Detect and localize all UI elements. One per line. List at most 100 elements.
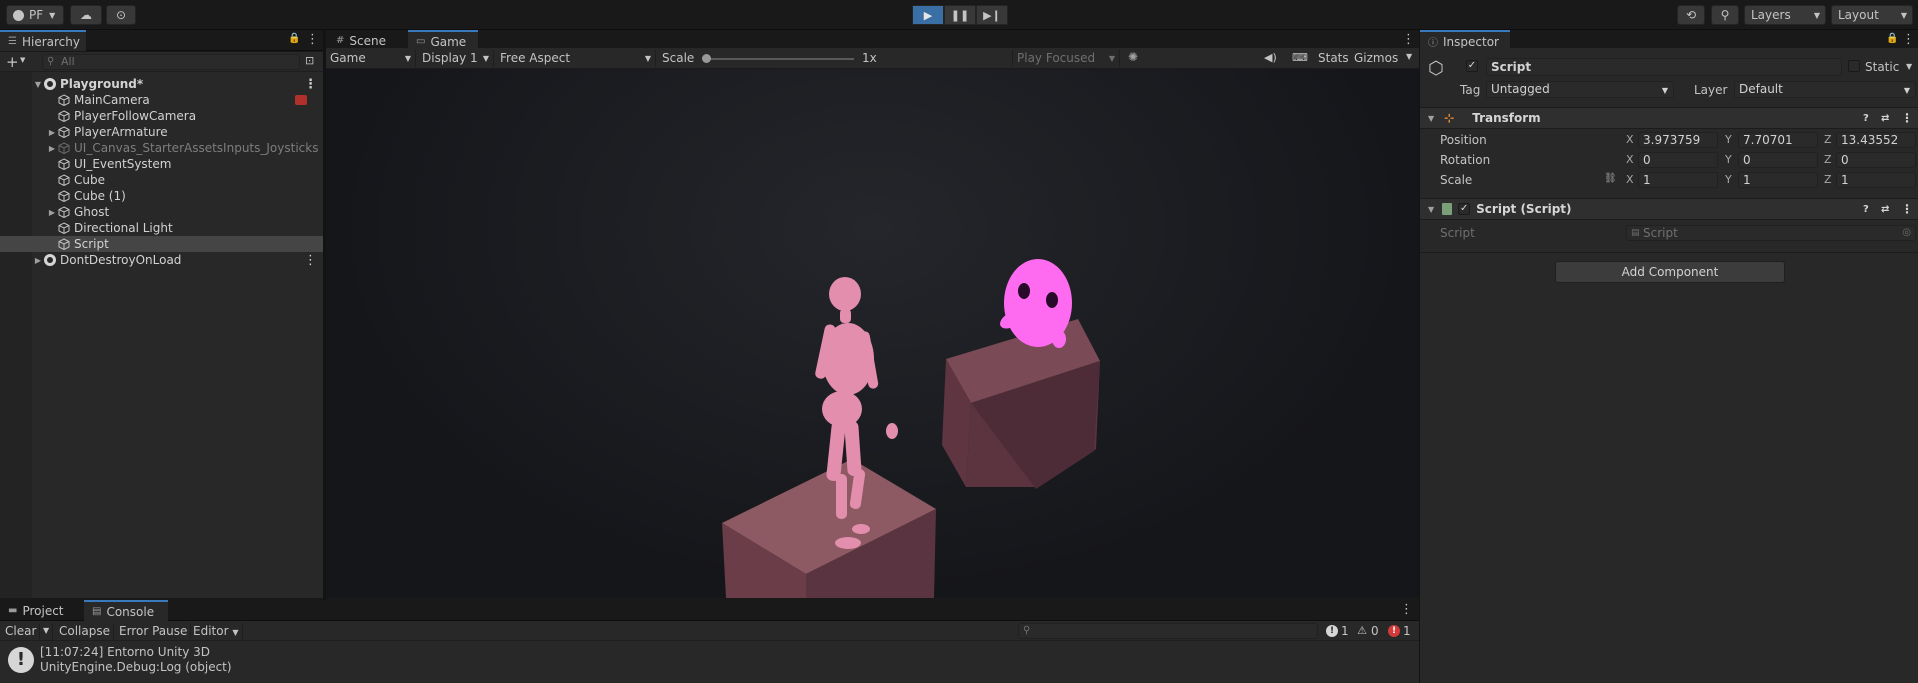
tab-hierarchy[interactable]: ☰ Hierarchy xyxy=(0,30,86,51)
scale-slider-track[interactable] xyxy=(704,58,854,60)
hierarchy-row[interactable]: Script xyxy=(0,236,323,252)
object-name-field[interactable]: Script xyxy=(1486,58,1842,76)
rotation-z-field[interactable]: 0 xyxy=(1836,152,1916,168)
info-count-toggle[interactable]: ! 1 xyxy=(1326,623,1349,639)
axis-x-label[interactable]: X xyxy=(1626,133,1634,146)
preset-icon[interactable]: ⇄ xyxy=(1881,113,1889,124)
link-icon[interactable]: ⛓ xyxy=(1604,173,1617,184)
display-dropdown[interactable]: Display 1 ▼ xyxy=(418,50,494,67)
console-search-input[interactable]: ⚲ xyxy=(1018,623,1318,639)
layer-dropdown[interactable]: Default ▼ xyxy=(1734,81,1916,98)
add-component-button[interactable]: Add Component xyxy=(1555,261,1785,283)
script-component-header[interactable]: ▼ ✓ Script (Script) ? ⇄ ⋮ xyxy=(1420,198,1918,220)
expand-arrow-icon[interactable]: ▼ xyxy=(32,80,44,89)
scale-slider-handle[interactable] xyxy=(702,54,711,63)
kebab-menu-icon[interactable]: ⋮ xyxy=(1901,202,1913,216)
position-z-field[interactable]: 13.43552 xyxy=(1836,132,1916,148)
pause-button[interactable]: ❚❚ xyxy=(944,5,976,25)
hierarchy-scene-row[interactable]: ▶ DontDestroyOnLoad ⋮ xyxy=(0,252,323,268)
cloud-button[interactable]: ☁ xyxy=(70,5,102,25)
warning-count-toggle[interactable]: ⚠ 0 xyxy=(1356,623,1379,639)
editor-dropdown[interactable]: Editor ▼ xyxy=(190,623,243,639)
kebab-menu-icon[interactable]: ⋮ xyxy=(1902,33,1915,47)
chevron-down-icon[interactable]: ▼ xyxy=(1406,52,1412,61)
axis-y-label[interactable]: Y xyxy=(1725,173,1732,186)
hierarchy-search-input[interactable]: ⚲ All xyxy=(42,54,300,70)
position-x-field[interactable]: 3.973759 xyxy=(1638,132,1718,148)
axis-z-label[interactable]: Z xyxy=(1824,153,1832,166)
axis-z-label[interactable]: Z xyxy=(1824,133,1832,146)
scale-z-field[interactable]: 1 xyxy=(1836,172,1916,188)
static-checkbox[interactable] xyxy=(1848,60,1860,72)
undo-history-button[interactable]: ⟲ xyxy=(1677,5,1705,25)
rotation-x-field[interactable]: 0 xyxy=(1638,152,1718,168)
hierarchy-row[interactable]: ▶ Ghost xyxy=(0,204,323,220)
layout-dropdown[interactable]: Layout ▼ xyxy=(1831,5,1913,25)
play-focused-dropdown[interactable]: Play Focused ▼ xyxy=(1012,50,1120,67)
error-pause-button[interactable]: Error Pause xyxy=(116,623,192,639)
step-button[interactable]: ▶❙ xyxy=(976,5,1008,25)
help-icon[interactable]: ? xyxy=(1863,204,1869,215)
gizmos-button[interactable]: Gizmos xyxy=(1354,50,1398,67)
lock-icon[interactable]: 🔒 xyxy=(1886,33,1898,44)
scale-y-field[interactable]: 1 xyxy=(1738,172,1818,188)
kebab-menu-icon[interactable]: ⋮ xyxy=(1901,111,1913,125)
script-enabled-checkbox[interactable]: ✓ xyxy=(1458,203,1471,215)
hierarchy-row[interactable]: ▶ PlayerArmature xyxy=(0,124,323,140)
clear-options-dropdown[interactable]: ▼ xyxy=(40,623,54,639)
axis-z-label[interactable]: Z xyxy=(1824,173,1832,186)
help-icon[interactable]: ? xyxy=(1863,113,1869,124)
collapse-arrow-icon[interactable]: ▶ xyxy=(46,128,58,137)
position-y-field[interactable]: 7.70701 xyxy=(1738,132,1818,148)
hierarchy-row[interactable]: Cube xyxy=(0,172,323,188)
tab-project[interactable]: ▬ Project xyxy=(0,600,82,621)
scene-visibility-icon[interactable]: ⊡ xyxy=(305,54,314,67)
active-checkbox[interactable]: ✓ xyxy=(1466,60,1478,72)
axis-x-label[interactable]: X xyxy=(1626,153,1634,166)
collapse-arrow-icon[interactable]: ▶ xyxy=(46,208,58,217)
chevron-down-icon[interactable]: ▼ xyxy=(1906,62,1912,71)
tag-dropdown[interactable]: Untagged ▼ xyxy=(1486,81,1674,98)
axis-y-label[interactable]: Y xyxy=(1725,153,1732,166)
hierarchy-row[interactable]: Cube (1) xyxy=(0,188,323,204)
kebab-menu-icon[interactable]: ⋮ xyxy=(304,253,317,268)
tab-console[interactable]: ▤ Console xyxy=(84,600,168,621)
kebab-menu-icon[interactable]: ⋮ xyxy=(1400,603,1413,617)
console-log-entry[interactable]: ! [11:07:24] Entorno Unity 3D UnityEngin… xyxy=(0,642,1419,683)
rotation-y-field[interactable]: 0 xyxy=(1738,152,1818,168)
hierarchy-row[interactable]: ▶ UI_Canvas_StarterAssetsInputs_Joysticks xyxy=(0,140,323,156)
collab-button[interactable]: ⊙ xyxy=(106,5,136,25)
aspect-dropdown[interactable]: Free Aspect ▼ xyxy=(496,50,656,67)
preset-icon[interactable]: ⇄ xyxy=(1881,204,1889,215)
hierarchy-row[interactable]: UI_EventSystem xyxy=(0,156,323,172)
lock-icon[interactable]: 🔒 xyxy=(288,33,300,44)
hierarchy-scene-row[interactable]: ▼ Playground* ⋮ xyxy=(0,76,323,92)
kebab-menu-icon[interactable]: ⋮ xyxy=(304,77,317,92)
hierarchy-row[interactable]: MainCamera xyxy=(0,92,323,108)
game-mode-dropdown[interactable]: Game ▼ xyxy=(326,50,416,67)
play-button[interactable]: ▶ xyxy=(912,5,944,25)
error-count-toggle[interactable]: ! 1 xyxy=(1388,623,1411,639)
search-button[interactable]: ⚲ xyxy=(1711,5,1739,25)
kebab-menu-icon[interactable]: ⋮ xyxy=(306,33,319,47)
game-viewport[interactable] xyxy=(326,69,1419,598)
hierarchy-row[interactable]: PlayerFollowCamera xyxy=(0,108,323,124)
bug-icon[interactable]: ✺ xyxy=(1128,50,1138,64)
axis-x-label[interactable]: X xyxy=(1626,173,1634,186)
scale-x-field[interactable]: 1 xyxy=(1638,172,1718,188)
collapse-button[interactable]: Collapse xyxy=(56,623,114,639)
add-icon[interactable]: + xyxy=(6,53,19,71)
hierarchy-row[interactable]: Directional Light xyxy=(0,220,323,236)
chevron-down-icon[interactable]: ▼ xyxy=(20,56,25,64)
collapse-arrow-icon[interactable]: ▶ xyxy=(32,256,44,265)
transform-header[interactable]: ▼ ⊹ Transform ? ⇄ ⋮ xyxy=(1420,107,1918,129)
axis-y-label[interactable]: Y xyxy=(1725,133,1732,146)
account-dropdown[interactable]: PF ▼ xyxy=(6,5,64,25)
collapse-arrow-icon[interactable]: ▶ xyxy=(46,144,58,153)
kebab-menu-icon[interactable]: ⋮ xyxy=(1402,33,1415,47)
mute-audio-icon[interactable]: ◀) xyxy=(1264,51,1277,64)
clear-button[interactable]: Clear xyxy=(2,623,41,639)
stats-button[interactable]: Stats xyxy=(1318,50,1349,67)
layers-dropdown[interactable]: Layers ▼ xyxy=(1744,5,1826,25)
keyboard-icon[interactable]: ⌨ xyxy=(1292,51,1308,64)
